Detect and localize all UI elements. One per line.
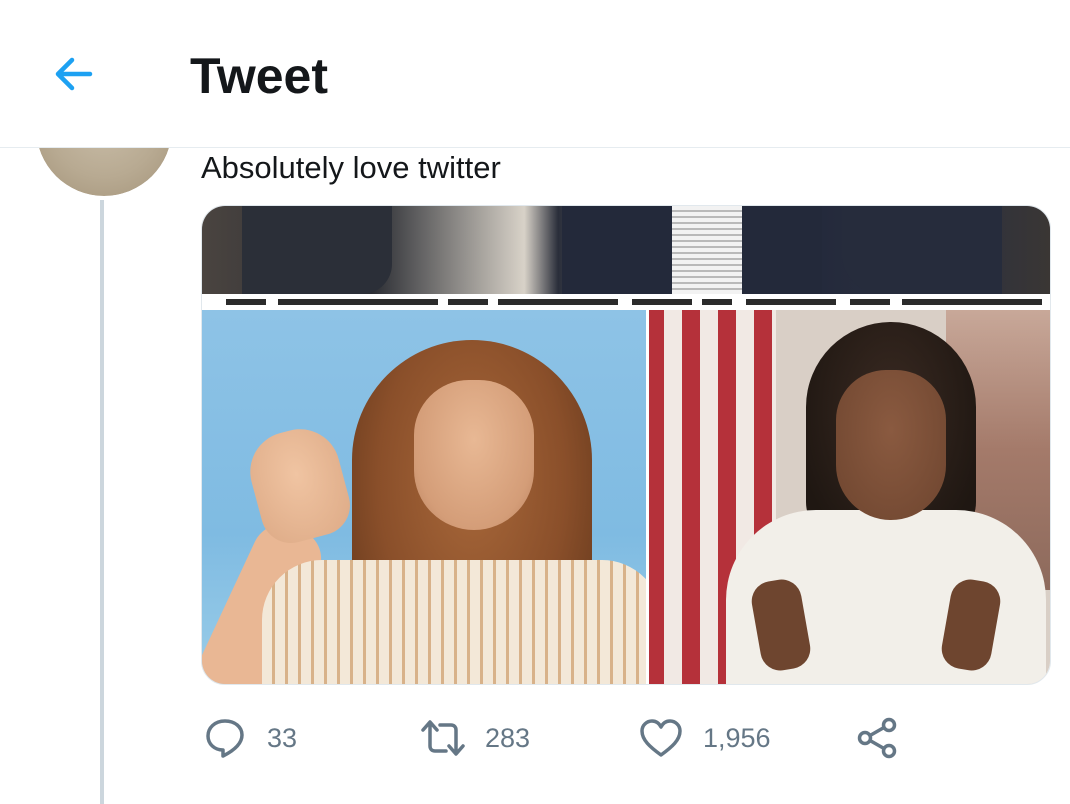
reply-button[interactable]: 33 <box>201 710 297 766</box>
heart-icon <box>637 714 685 762</box>
like-button[interactable]: 1,956 <box>637 710 771 766</box>
image-divider <box>646 310 649 684</box>
tweet-actions: 33 283 1,956 <box>201 710 921 766</box>
image-right-panel <box>646 310 1050 684</box>
image-left-panel <box>202 310 646 684</box>
back-button[interactable] <box>44 44 104 104</box>
retweet-icon <box>419 714 467 762</box>
retweet-button[interactable]: 283 <box>419 710 530 766</box>
reply-icon <box>201 714 249 762</box>
retweet-count: 283 <box>485 722 531 753</box>
like-count: 1,956 <box>703 722 771 753</box>
thread-line <box>100 200 104 804</box>
top-bar: Tweet <box>0 0 1070 148</box>
share-button[interactable] <box>853 710 901 766</box>
reply-count: 33 <box>267 722 298 753</box>
share-icon <box>853 714 901 762</box>
arrow-left-icon <box>55 57 93 91</box>
page-title: Tweet <box>190 48 328 104</box>
tweet-image[interactable] <box>201 205 1051 685</box>
image-caption-strip <box>202 294 1050 310</box>
tweet-text: Absolutely love twitter <box>201 150 501 185</box>
image-top-panel <box>202 206 1050 294</box>
tweet-detail-screen: Tweet Absolutely love twitter 33 283 1,9… <box>0 0 1070 804</box>
